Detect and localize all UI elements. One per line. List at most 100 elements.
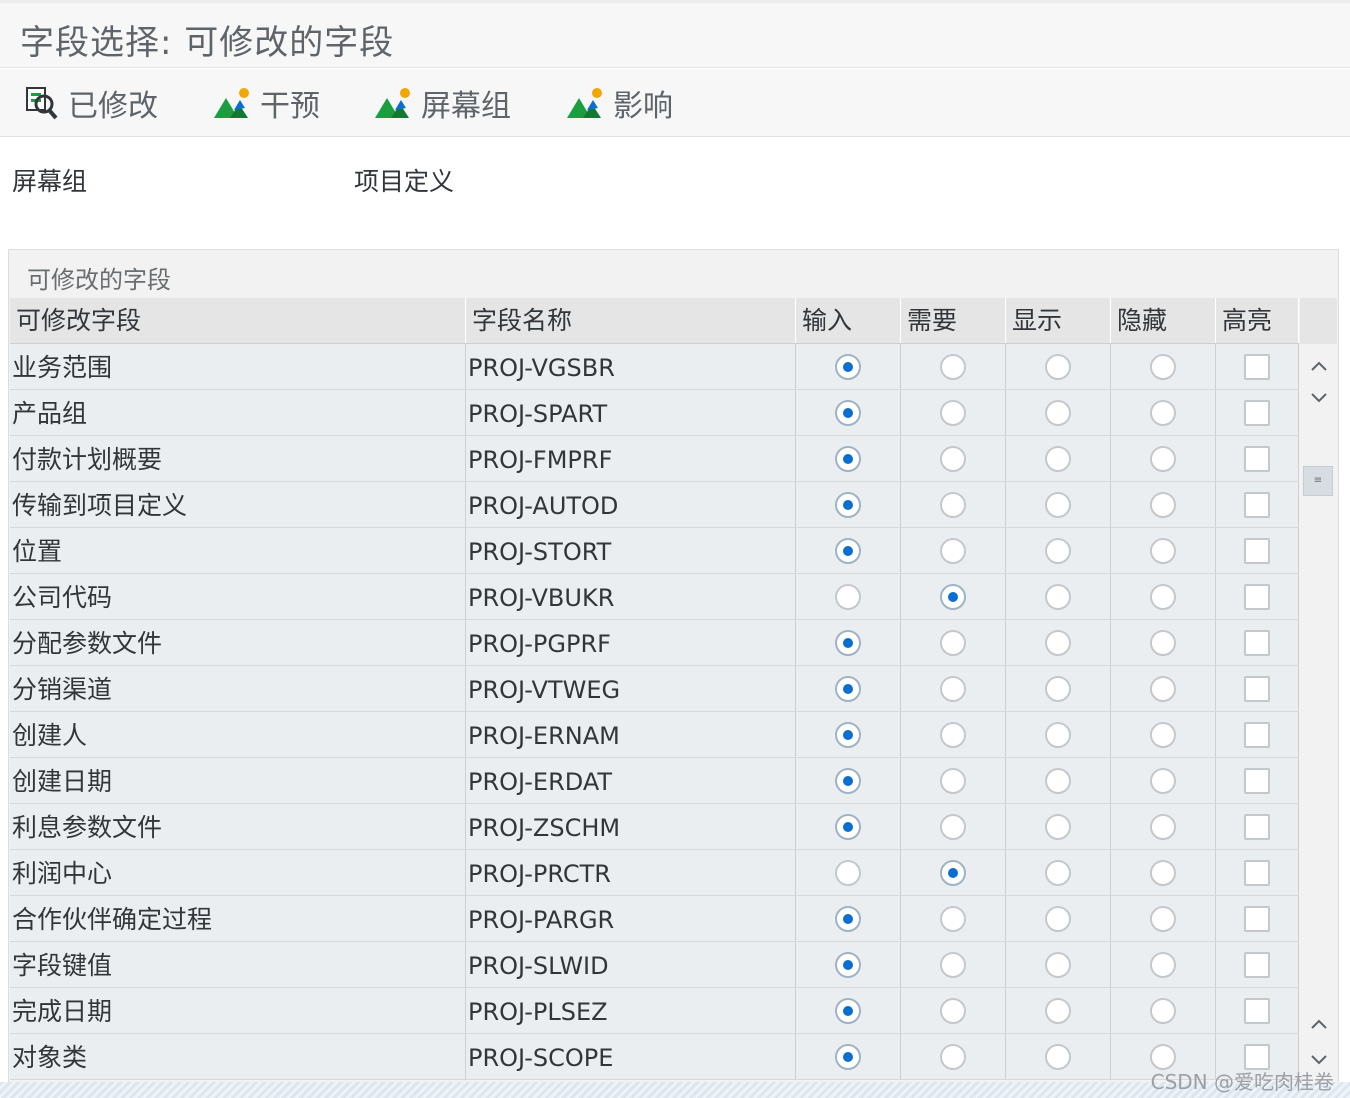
highlight-checkbox[interactable] [1244,399,1270,426]
radio-button[interactable] [1150,675,1176,702]
radio-button[interactable] [940,813,966,840]
radio-button[interactable] [835,445,861,472]
radio-button[interactable] [940,721,966,748]
radio-button[interactable] [835,1043,861,1070]
highlight-checkbox[interactable] [1244,951,1270,978]
table-row[interactable]: 分销渠道 PROJ-VTWEG [10,666,1299,712]
highlight-checkbox[interactable] [1244,583,1270,610]
radio-button[interactable] [1045,399,1071,426]
radio-button[interactable] [1045,767,1071,794]
column-header[interactable]: 高亮 [1216,298,1299,343]
radio-button[interactable] [940,997,966,1024]
radio-button[interactable] [835,813,861,840]
radio-button[interactable] [940,1043,966,1070]
radio-button[interactable] [1150,997,1176,1024]
radio-button[interactable] [1150,905,1176,932]
radio-button[interactable] [835,491,861,518]
table-row[interactable]: 公司代码 PROJ-VBUKR [10,574,1299,620]
highlight-checkbox[interactable] [1244,675,1270,702]
table-row[interactable]: 创建人 PROJ-ERNAM [10,712,1299,758]
radio-button[interactable] [1045,537,1071,564]
radio-button[interactable] [1150,859,1176,886]
table-row[interactable]: 合作伙伴确定过程 PROJ-PARGR [10,896,1299,942]
table-row[interactable]: 传输到项目定义 PROJ-AUTOD [10,482,1299,528]
column-header[interactable]: 字段名称 [466,298,796,343]
table-row[interactable]: 利润中心 PROJ-PRCTR [10,850,1299,896]
radio-button[interactable] [1150,951,1176,978]
radio-button[interactable] [835,997,861,1024]
radio-button[interactable] [940,951,966,978]
radio-button[interactable] [940,353,966,380]
radio-button[interactable] [1150,767,1176,794]
radio-button[interactable] [940,491,966,518]
radio-button[interactable] [1045,629,1071,656]
intervene-button[interactable]: 干预 [214,83,320,124]
radio-button[interactable] [1045,859,1071,886]
highlight-checkbox[interactable] [1244,491,1270,518]
table-row[interactable]: 字段键值 PROJ-SLWID [10,942,1299,988]
radio-button[interactable] [940,859,966,886]
radio-button[interactable] [1045,675,1071,702]
radio-button[interactable] [1045,445,1071,472]
table-row[interactable]: 业务范围 PROJ-VGSBR [10,344,1299,390]
radio-button[interactable] [1150,721,1176,748]
radio-button[interactable] [835,399,861,426]
radio-button[interactable] [1150,813,1176,840]
radio-button[interactable] [1045,997,1071,1024]
column-header[interactable]: 隐藏 [1111,298,1216,343]
radio-button[interactable] [1150,445,1176,472]
radio-button[interactable] [835,905,861,932]
radio-button[interactable] [940,399,966,426]
table-row[interactable]: 分配参数文件 PROJ-PGPRF [10,620,1299,666]
highlight-checkbox[interactable] [1244,353,1270,380]
highlight-checkbox[interactable] [1244,629,1270,656]
radio-button[interactable] [1045,491,1071,518]
radio-button[interactable] [835,859,861,886]
radio-button[interactable] [1045,353,1071,380]
column-header[interactable]: 可修改字段 [10,298,466,343]
radio-button[interactable] [1150,353,1176,380]
radio-button[interactable] [940,905,966,932]
table-row[interactable]: 完成日期 PROJ-PLSEZ [10,988,1299,1034]
highlight-checkbox[interactable] [1244,859,1270,886]
table-row[interactable]: 位置 PROJ-STORT [10,528,1299,574]
radio-button[interactable] [940,537,966,564]
table-row[interactable]: 创建日期 PROJ-ERDAT [10,758,1299,804]
radio-button[interactable] [1045,1043,1071,1070]
column-header[interactable]: 需要 [901,298,1006,343]
radio-button[interactable] [1150,399,1176,426]
radio-button[interactable] [1150,537,1176,564]
radio-button[interactable] [1150,491,1176,518]
highlight-checkbox[interactable] [1244,721,1270,748]
column-header[interactable]: 显示 [1006,298,1111,343]
radio-button[interactable] [1045,721,1071,748]
radio-button[interactable] [835,353,861,380]
radio-button[interactable] [835,537,861,564]
table-row[interactable]: 利息参数文件 PROJ-ZSCHM [10,804,1299,850]
table-row[interactable]: 对象类 PROJ-SCOPE [10,1034,1299,1080]
radio-button[interactable] [1045,583,1071,610]
scroll-line-up-button[interactable] [1300,1006,1337,1042]
impact-button[interactable]: 影响 [567,83,673,124]
radio-button[interactable] [835,951,861,978]
column-header[interactable]: 输入 [796,298,901,343]
highlight-checkbox[interactable] [1244,813,1270,840]
radio-button[interactable] [835,583,861,610]
highlight-checkbox[interactable] [1244,445,1270,472]
radio-button[interactable] [1045,951,1071,978]
highlight-checkbox[interactable] [1244,767,1270,794]
radio-button[interactable] [1045,905,1071,932]
screen-group-button[interactable]: 屏幕组 [375,83,511,124]
radio-button[interactable] [1150,583,1176,610]
radio-button[interactable] [940,583,966,610]
scroll-page-up-button[interactable] [1300,348,1337,384]
scroll-thumb[interactable]: ≡ [1303,466,1333,496]
radio-button[interactable] [1045,813,1071,840]
highlight-checkbox[interactable] [1244,537,1270,564]
radio-button[interactable] [835,721,861,748]
modified-button[interactable]: 已修改 [24,83,158,124]
scroll-line-down-button[interactable] [1300,380,1337,416]
vertical-scrollbar[interactable]: ≡ [1300,298,1337,1080]
radio-button[interactable] [940,629,966,656]
radio-button[interactable] [835,629,861,656]
